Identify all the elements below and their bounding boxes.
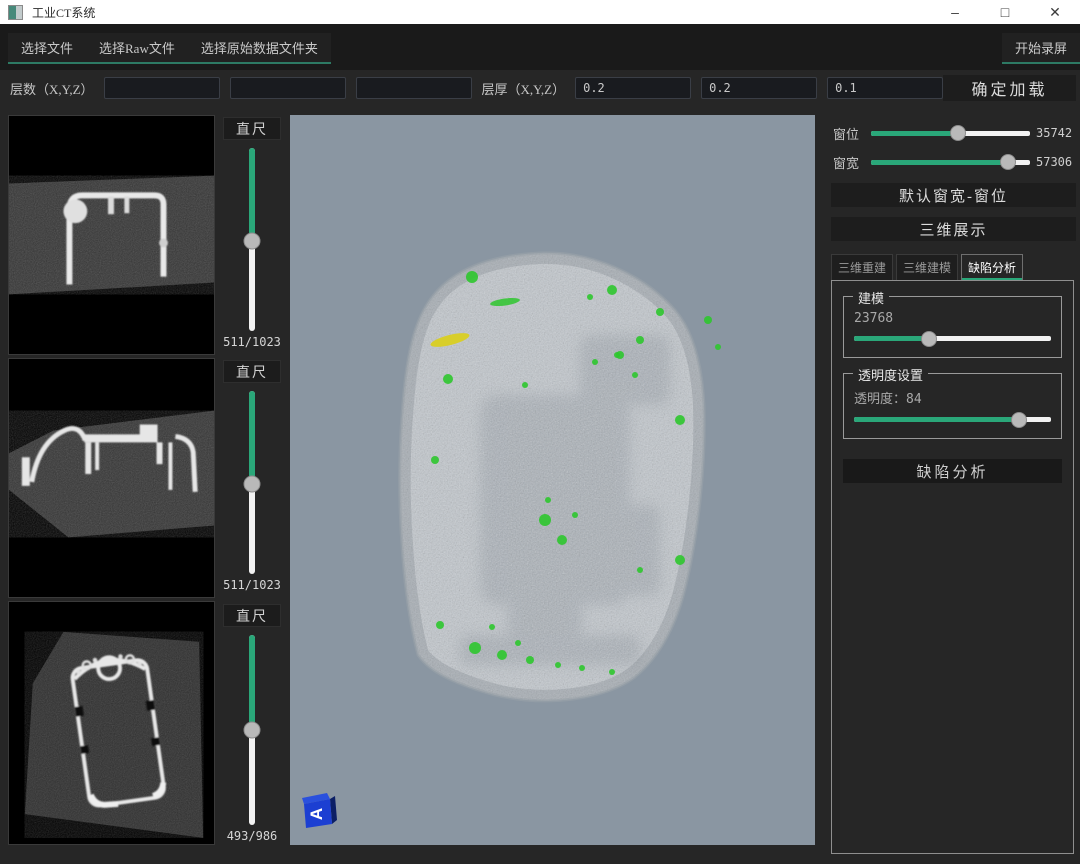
title-bar: 工业CT系统 – □ ✕ [0,0,1080,24]
slice3-slider-fill [249,635,255,730]
confirm-load-button[interactable]: 确定加载 [943,75,1076,101]
slice1-slider-column: 直尺 511/1023 [216,117,288,351]
opacity-value: 透明度：84 [854,388,1051,407]
toolbar-file-group: 选择文件 选择Raw文件 选择原始数据文件夹 [8,33,331,64]
slice3-slider-column: 直尺 493/986 [216,604,288,845]
ct-slice-view-sagittal[interactable] [8,601,215,845]
ct-slice-view-coronal[interactable] [8,358,215,598]
tab-defect-analysis[interactable]: 缺陷分析 [961,254,1023,280]
slice2-slider-column: 直尺 511/1023 [216,360,288,594]
maximize-button[interactable]: □ [980,0,1030,24]
slice2-position: 511/1023 [223,578,281,592]
default-window-button[interactable]: 默认窗宽-窗位 [831,183,1076,207]
opacity-slider-fill [854,417,1019,422]
window-controls: – □ ✕ [930,0,1080,24]
modeling-value: 23768 [854,311,1051,326]
start-record-button[interactable]: 开始录屏 [1002,33,1080,62]
layers-z-input[interactable] [356,77,472,99]
parameter-row: 层数（X,Y,Z） 层厚（X,Y,Z） 确定加载 [0,70,1080,106]
thickness-x-input[interactable] [575,77,691,99]
display-3d-button[interactable]: 三维展示 [831,217,1076,241]
modeling-slider-fill [854,336,929,341]
window-title: 工业CT系统 [32,4,95,21]
slice2-slider-fill [249,391,255,484]
viewer-logo-cube: A [300,792,340,832]
minimize-button[interactable]: – [930,0,980,24]
select-raw-button[interactable]: 选择Raw文件 [86,33,188,62]
opacity-slider-handle[interactable] [1011,412,1027,428]
window-level-row: 窗位 35742 [833,122,1078,144]
slice3-position: 493/986 [227,829,278,843]
app-window: 工业CT系统 – □ ✕ 选择文件 选择Raw文件 选择原始数据文件夹 开始录屏… [0,0,1080,864]
right-panel: 窗位 35742 窗宽 57306 默认窗宽-窗位 三维展示 三维重建 三维建模… [825,115,1080,864]
window-level-fill [871,131,958,136]
window-level-handle[interactable] [950,125,966,141]
modeling-group: 建模 23768 [843,296,1062,358]
slice2-slider[interactable] [249,391,255,574]
close-button[interactable]: ✕ [1030,0,1080,24]
window-width-row: 窗宽 57306 [833,151,1078,173]
scanned-object [290,115,815,845]
slice1-slider-handle[interactable] [244,233,261,250]
viewport-3d[interactable]: A [290,115,815,845]
slice3-slider[interactable] [249,635,255,825]
slice1-slider-fill [249,148,255,241]
slice2-slider-handle[interactable] [244,476,261,493]
slice3-slider-handle[interactable] [244,722,261,739]
toolbar-record-group: 开始录屏 [1002,33,1080,64]
window-level-value: 35742 [1036,126,1078,140]
window-width-label: 窗宽 [833,153,865,172]
run-defect-analysis-button[interactable]: 缺陷分析 [843,459,1062,483]
ruler-button-1[interactable]: 直尺 [223,117,281,140]
thickness-y-input[interactable] [701,77,817,99]
slice1-slider[interactable] [249,148,255,331]
window-width-value: 57306 [1036,155,1078,169]
ruler-button-2[interactable]: 直尺 [223,360,281,383]
opacity-group: 透明度设置 透明度：84 [843,373,1062,439]
layers-y-input[interactable] [230,77,346,99]
tab-3d-modeling[interactable]: 三维建模 [896,254,958,280]
window-width-handle[interactable] [1000,154,1016,170]
select-file-button[interactable]: 选择文件 [8,33,86,62]
analysis-tabs: 三维重建 三维建模 缺陷分析 [831,254,1080,280]
modeling-slider[interactable] [854,336,1051,341]
app-icon [8,5,23,20]
window-level-slider[interactable] [871,131,1030,136]
layers-x-input[interactable] [104,77,220,99]
modeling-group-title: 建模 [853,288,889,307]
window-level-label: 窗位 [833,124,865,143]
layers-label: 层数（X,Y,Z） [10,79,94,98]
tab-3d-reconstruction[interactable]: 三维重建 [831,254,893,280]
window-width-slider[interactable] [871,160,1030,165]
modeling-slider-handle[interactable] [921,331,937,347]
opacity-slider[interactable] [854,417,1051,422]
logo-letter: A [307,808,326,820]
ruler-button-3[interactable]: 直尺 [223,604,281,627]
slice1-position: 511/1023 [223,335,281,349]
select-folder-button[interactable]: 选择原始数据文件夹 [188,33,331,62]
window-width-fill [871,160,1008,165]
thickness-label: 层厚（X,Y,Z） [482,79,566,98]
defect-analysis-panel: 建模 23768 透明度设置 透明度：84 缺陷分析 [831,280,1074,854]
opacity-group-title: 透明度设置 [853,365,928,384]
toolbar: 选择文件 选择Raw文件 选择原始数据文件夹 开始录屏 [0,24,1080,70]
thickness-z-input[interactable] [827,77,943,99]
ct-slice-view-axial[interactable] [8,115,215,355]
